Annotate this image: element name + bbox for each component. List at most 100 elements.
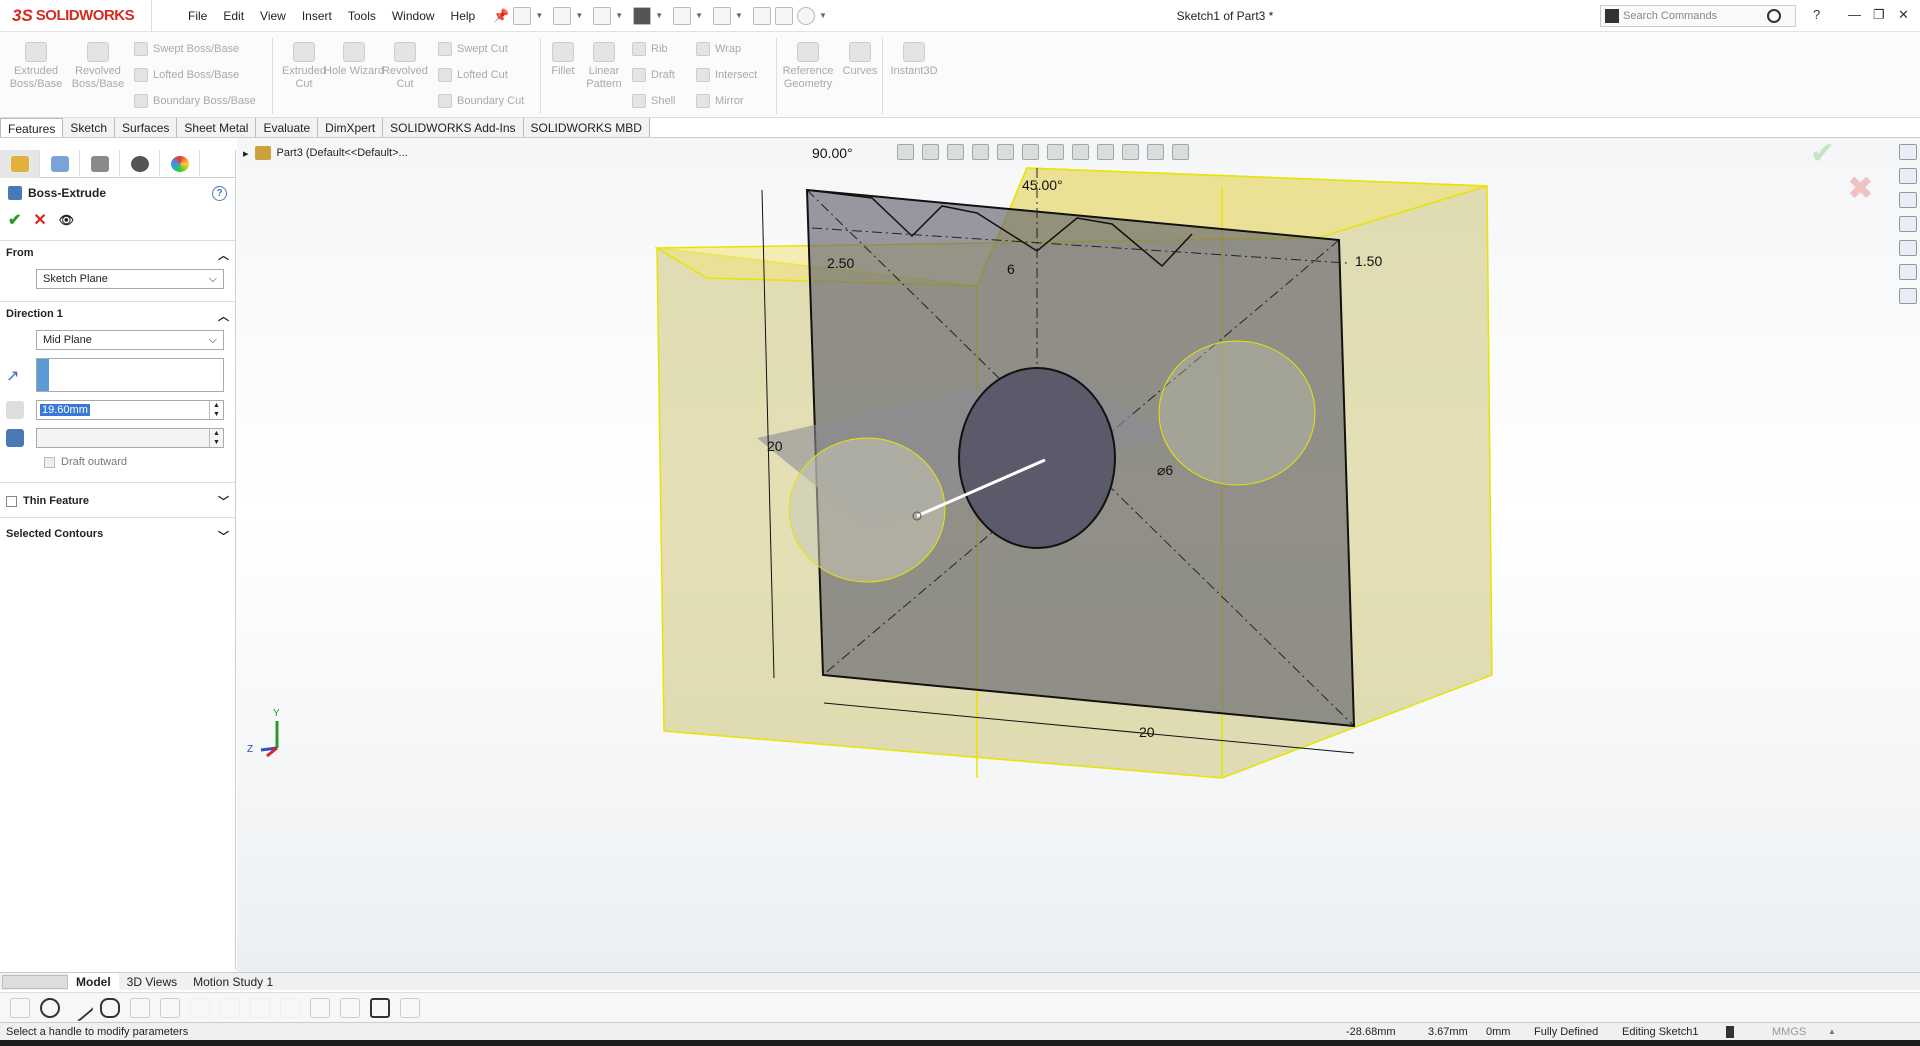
depth-input[interactable]: 19.60mm ▲ ▼: [36, 400, 224, 420]
tab-dimxpert[interactable]: DimXpert: [318, 118, 384, 138]
linear-sketch-pattern-icon[interactable]: [340, 997, 360, 1018]
preview-eye-icon[interactable]: 👁: [59, 213, 74, 227]
cancel-button[interactable]: ✕: [33, 210, 46, 230]
close-button[interactable]: ✕: [1898, 7, 1909, 23]
depth-1-50-dimension[interactable]: 1.50: [1355, 253, 1382, 269]
smart-dimension-icon[interactable]: [160, 997, 180, 1018]
extruded-boss-button[interactable]: Extruded Boss/Base: [6, 42, 66, 91]
corner-icon[interactable]: [280, 997, 300, 1018]
shell-button[interactable]: Shell: [632, 94, 675, 108]
tab-mbd[interactable]: SOLIDWORKS MBD: [524, 118, 650, 138]
save-dropdown-icon[interactable]: ▼: [615, 11, 623, 20]
resources-icon[interactable]: [1899, 168, 1917, 184]
tab-model[interactable]: Model: [68, 972, 119, 991]
polygon-icon[interactable]: [100, 997, 120, 1018]
open-dropdown-icon[interactable]: ▼: [575, 11, 583, 20]
bottom-20-dimension[interactable]: 20: [1139, 724, 1155, 740]
revolved-boss-button[interactable]: Revolved Boss/Base: [68, 42, 128, 91]
tab-sheet-metal[interactable]: Sheet Metal: [177, 118, 257, 138]
rib-button[interactable]: Rib: [632, 42, 668, 56]
grid-icon[interactable]: [370, 997, 390, 1018]
revolved-cut-button[interactable]: Revolved Cut: [375, 42, 435, 91]
search-commands-field[interactable]: Search Commands: [1600, 5, 1796, 27]
height-20-dimension[interactable]: 20: [767, 438, 783, 454]
design-library-icon[interactable]: [1899, 192, 1917, 208]
search-icon[interactable]: [1767, 9, 1781, 23]
draft-angle-spinner[interactable]: ▲ ▼: [209, 429, 223, 447]
lofted-boss-button[interactable]: Lofted Boss/Base: [134, 68, 239, 82]
pin-icon[interactable]: 📌: [493, 8, 509, 24]
draft-button[interactable]: Draft: [632, 68, 675, 82]
file-properties-icon[interactable]: [774, 6, 793, 25]
save-icon[interactable]: [593, 6, 612, 25]
undo-icon[interactable]: [673, 6, 692, 25]
selected-contours-header[interactable]: Selected Contours ﹀: [6, 528, 229, 544]
diameter-6-dimension[interactable]: ⌀6: [1157, 462, 1173, 478]
print-dropdown-icon[interactable]: ▼: [655, 11, 663, 20]
line-icon[interactable]: [65, 993, 95, 1022]
tab-3d-views[interactable]: 3D Views: [119, 973, 185, 991]
instant3d-button[interactable]: Instant3D: [884, 42, 944, 78]
draft-outward-box[interactable]: [44, 456, 55, 468]
width-2-50-dimension[interactable]: 2.50: [827, 255, 854, 271]
linear-pattern-button[interactable]: Linear Pattern: [574, 42, 634, 91]
menu-help[interactable]: Help: [443, 0, 484, 32]
reference-geometry-button[interactable]: Reference Geometry: [778, 42, 838, 91]
chevron-down-icon[interactable]: ﹀: [218, 528, 229, 544]
swept-boss-button[interactable]: Swept Boss/Base: [134, 42, 239, 56]
minimize-button[interactable]: —: [1848, 7, 1861, 22]
angle-icon[interactable]: [400, 997, 420, 1018]
swept-cut-button[interactable]: Swept Cut: [438, 42, 508, 56]
fillet-sketch-icon[interactable]: [190, 997, 210, 1018]
feature-manager-tab[interactable]: [0, 150, 40, 178]
options-dropdown-icon[interactable]: ▼: [819, 11, 827, 20]
configuration-manager-tab[interactable]: [80, 150, 120, 178]
menu-window[interactable]: Window: [384, 0, 443, 32]
angle-90-dimension[interactable]: 90.00°: [812, 145, 853, 161]
help-icon[interactable]: ?: [212, 185, 227, 201]
tab-scroll-arrows[interactable]: [2, 974, 68, 989]
rebuild-icon[interactable]: [752, 6, 771, 25]
options-gear-icon[interactable]: [796, 6, 815, 25]
offset-icon[interactable]: [250, 997, 270, 1018]
direction1-header[interactable]: Direction 1 ︿: [6, 308, 229, 324]
wrap-button[interactable]: Wrap: [696, 42, 741, 56]
draft-angle-input[interactable]: ▲ ▼: [36, 428, 224, 448]
from-group-header[interactable]: From ︿: [6, 247, 229, 263]
lofted-cut-button[interactable]: Lofted Cut: [438, 68, 508, 82]
angle-45-dimension[interactable]: 45.00°: [1022, 177, 1063, 193]
property-manager-tab[interactable]: [40, 150, 80, 178]
rebuild-indicator-icon[interactable]: [1726, 1026, 1734, 1038]
tab-features[interactable]: Features: [0, 118, 64, 138]
direction-selection-box[interactable]: [36, 358, 224, 392]
menu-insert[interactable]: Insert: [294, 0, 340, 32]
draft-outward-checkbox[interactable]: Draft outward: [44, 456, 229, 468]
custom-properties-icon[interactable]: [1899, 264, 1917, 280]
chevron-up-icon[interactable]: ︿: [218, 308, 229, 324]
menu-tools[interactable]: Tools: [340, 0, 384, 32]
mirror-entities-icon[interactable]: [310, 997, 330, 1018]
tab-sketch[interactable]: Sketch: [63, 118, 116, 138]
ok-button[interactable]: ✔: [8, 210, 21, 230]
model-viewport[interactable]: 90.00° 45.00° 2.50 6 1.50 20 20 ⌀6 Y Z: [237, 138, 1920, 973]
select-dropdown-icon[interactable]: ▼: [735, 11, 743, 20]
units-selector[interactable]: MMGS: [1772, 1023, 1806, 1041]
thin-feature-checkbox[interactable]: [6, 495, 17, 507]
tab-motion-study[interactable]: Motion Study 1: [185, 973, 281, 991]
undo-dropdown-icon[interactable]: ▼: [695, 11, 703, 20]
solidworks-logo[interactable]: 3S SOLIDWORKS: [0, 0, 152, 32]
menu-view[interactable]: View: [252, 0, 294, 32]
curves-button[interactable]: Curves: [830, 42, 890, 78]
point-icon[interactable]: [10, 997, 30, 1018]
print-icon[interactable]: [633, 6, 652, 25]
pitch-6-dimension[interactable]: 6: [1007, 261, 1015, 277]
select-icon[interactable]: [713, 6, 732, 25]
thin-feature-header[interactable]: Thin Feature ﹀: [6, 493, 229, 509]
file-explorer-icon[interactable]: [1899, 216, 1917, 232]
tab-addins[interactable]: SOLIDWORKS Add-Ins: [383, 118, 524, 138]
boundary-cut-button[interactable]: Boundary Cut: [438, 94, 524, 108]
intersect-button[interactable]: Intersect: [696, 68, 757, 82]
boundary-boss-button[interactable]: Boundary Boss/Base: [134, 94, 256, 108]
forum-icon[interactable]: [1899, 288, 1917, 304]
restore-button[interactable]: ❐: [1873, 7, 1885, 23]
